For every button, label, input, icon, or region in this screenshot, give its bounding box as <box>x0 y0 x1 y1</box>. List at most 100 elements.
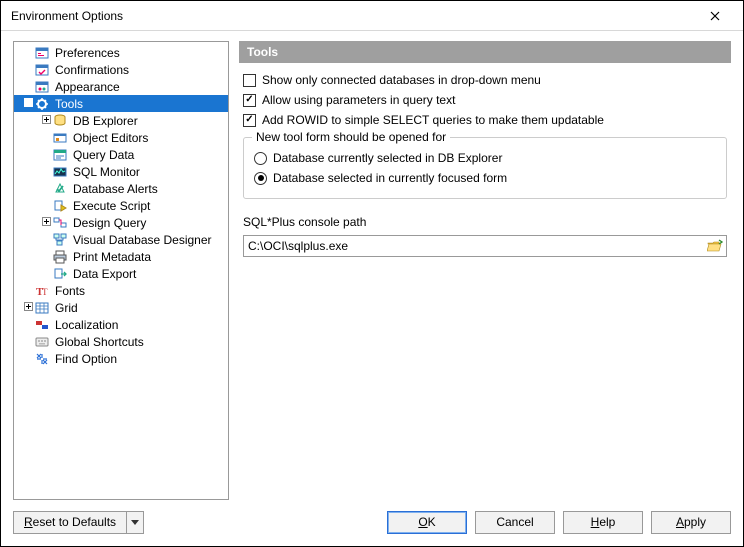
group-title: New tool form should be opened for <box>252 130 450 144</box>
panel-body: Show only connected databases in drop-do… <box>239 63 731 261</box>
tree-item-label: Visual Database Designer <box>71 233 214 247</box>
tree-item-object-editors[interactable]: Object Editors <box>14 129 228 146</box>
tree-item-visual-database-designer[interactable]: Visual Database Designer <box>14 231 228 248</box>
tree-item-label: Database Alerts <box>71 182 160 196</box>
tree-item-database-alerts[interactable]: Database Alerts <box>14 180 228 197</box>
tree-item-execute-script[interactable]: Execute Script <box>14 197 228 214</box>
apply-rest: pply <box>684 515 706 529</box>
export-icon <box>52 266 68 282</box>
radio-label: Database selected in currently focused f… <box>273 171 507 185</box>
tree-item-label: Execute Script <box>71 199 152 213</box>
reset-defaults-dropdown[interactable] <box>126 511 144 534</box>
check-allow-params[interactable]: Allow using parameters in query text <box>243 93 727 107</box>
help-button[interactable]: Help <box>563 511 643 534</box>
tree-item-label: Localization <box>53 318 120 332</box>
dialog-window: Environment Options Preferences Confirmat… <box>0 0 744 547</box>
close-button[interactable] <box>695 4 735 28</box>
close-icon <box>710 11 720 21</box>
tree-item-label: Tools <box>53 97 85 111</box>
local-icon <box>34 317 50 333</box>
sqlplus-path-field[interactable]: C:\OCI\sqlplus.exe <box>243 235 727 257</box>
pref-icon <box>34 45 50 61</box>
mnemonic: A <box>676 515 684 529</box>
folder-open-icon <box>707 239 723 253</box>
tree-item-fonts[interactable]: TTFonts <box>14 282 228 299</box>
work-area: PreferencesConfirmationsAppearanceToolsD… <box>13 41 731 500</box>
check-add-rowid[interactable]: Add ROWID to simple SELECT queries to ma… <box>243 113 727 127</box>
panel-title: Tools <box>239 41 731 63</box>
tree-item-label: Preferences <box>53 46 122 60</box>
button-bar: Reset to Defaults OK Cancel Help Apply <box>13 500 731 536</box>
reset-defaults-split: Reset to Defaults <box>13 511 144 534</box>
tree-item-label: Appearance <box>53 80 122 94</box>
check-show-connected[interactable]: Show only connected databases in drop-do… <box>243 73 727 87</box>
tree-item-label: Design Query <box>71 216 148 230</box>
checkbox-icon <box>243 114 256 127</box>
expand-icon[interactable] <box>40 115 52 127</box>
find-icon <box>34 351 50 367</box>
print-icon <box>52 249 68 265</box>
dbexp-icon <box>52 113 68 129</box>
tree-item-print-metadata[interactable]: Print Metadata <box>14 248 228 265</box>
appearance-icon <box>34 79 50 95</box>
confirm-icon <box>34 62 50 78</box>
shortcuts-icon <box>34 334 50 350</box>
ok-button[interactable]: OK <box>387 511 467 534</box>
mnemonic: O <box>418 515 427 529</box>
sqlplus-path-label: SQL*Plus console path <box>243 215 727 229</box>
tree-item-label: Object Editors <box>71 131 150 145</box>
tree-item-query-data[interactable]: Query Data <box>14 146 228 163</box>
tree-item-label: Data Export <box>71 267 138 281</box>
browse-button[interactable] <box>706 238 724 254</box>
radio-focused-form[interactable]: Database selected in currently focused f… <box>254 168 716 188</box>
sqlplus-path-value: C:\OCI\sqlplus.exe <box>248 239 706 253</box>
design-icon <box>52 215 68 231</box>
tree-item-label: Print Metadata <box>71 250 153 264</box>
apply-button[interactable]: Apply <box>651 511 731 534</box>
radio-icon <box>254 152 267 165</box>
fonts-icon: TT <box>34 283 50 299</box>
tree-item-label: Grid <box>53 301 80 315</box>
tree-item-grid[interactable]: Grid <box>14 299 228 316</box>
tree-item-label: Global Shortcuts <box>53 335 146 349</box>
chevron-down-icon <box>131 520 139 525</box>
visual-icon <box>52 232 68 248</box>
collapse-icon[interactable] <box>22 98 34 110</box>
nav-tree[interactable]: PreferencesConfirmationsAppearanceToolsD… <box>13 41 229 500</box>
reset-rest: eset to Defaults <box>33 515 116 529</box>
tree-item-global-shortcuts[interactable]: Global Shortcuts <box>14 333 228 350</box>
tree-item-tools[interactable]: Tools <box>14 95 228 112</box>
tree-item-label: Confirmations <box>53 63 131 77</box>
radio-icon <box>254 172 267 185</box>
tree-item-sql-monitor[interactable]: SQL Monitor <box>14 163 228 180</box>
titlebar: Environment Options <box>1 1 743 31</box>
group-new-tool-form: New tool form should be opened for Datab… <box>243 137 727 199</box>
tree-item-db-explorer[interactable]: DB Explorer <box>14 112 228 129</box>
expand-icon[interactable] <box>22 302 34 314</box>
check-label: Show only connected databases in drop-do… <box>262 73 541 87</box>
reset-defaults-button[interactable]: Reset to Defaults <box>13 511 126 534</box>
tree-item-localization[interactable]: Localization <box>14 316 228 333</box>
tree-item-preferences[interactable]: Preferences <box>14 44 228 61</box>
ok-rest: K <box>428 515 436 529</box>
mnemonic: R <box>24 515 33 529</box>
tree-item-label: SQL Monitor <box>71 165 142 179</box>
cancel-button[interactable]: Cancel <box>475 511 555 534</box>
tree-item-label: Query Data <box>71 148 136 162</box>
check-label: Allow using parameters in query text <box>262 93 455 107</box>
alerts-icon <box>52 181 68 197</box>
tree-item-design-query[interactable]: Design Query <box>14 214 228 231</box>
check-label: Add ROWID to simple SELECT queries to ma… <box>262 113 604 127</box>
tree-item-find-option[interactable]: Find Option <box>14 350 228 367</box>
tree-item-appearance[interactable]: Appearance <box>14 78 228 95</box>
dialog-body: PreferencesConfirmationsAppearanceToolsD… <box>1 31 743 546</box>
tree-item-confirmations[interactable]: Confirmations <box>14 61 228 78</box>
radio-label: Database currently selected in DB Explor… <box>273 151 502 165</box>
checkbox-icon <box>243 74 256 87</box>
checkbox-icon <box>243 94 256 107</box>
expand-icon[interactable] <box>40 217 52 229</box>
tree-item-data-export[interactable]: Data Export <box>14 265 228 282</box>
radio-db-explorer[interactable]: Database currently selected in DB Explor… <box>254 148 716 168</box>
right-panel: Tools Show only connected databases in d… <box>239 41 731 500</box>
tree-item-label: Fonts <box>53 284 87 298</box>
